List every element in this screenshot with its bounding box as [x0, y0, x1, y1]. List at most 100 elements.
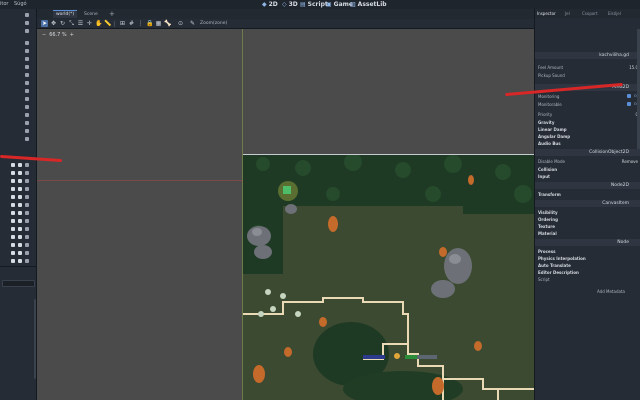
add-metadata-button[interactable]: Add Metadata: [535, 288, 640, 295]
menu-help[interactable]: Súgó: [14, 1, 27, 7]
section-editor-description[interactable]: Editor Description: [535, 269, 640, 276]
visibility-eye-icon[interactable]: [25, 97, 29, 101]
visibility-eye-icon[interactable]: [25, 171, 29, 175]
prop-monitorable[interactable]: MonitorableOn: [535, 101, 640, 108]
prop-pickup-sound[interactable]: Pickup Sound: [535, 72, 640, 79]
more-options-icon[interactable]: ⋮: [137, 20, 144, 27]
scene-tree-row[interactable]: [0, 162, 37, 169]
section-texture[interactable]: Texture: [535, 223, 640, 230]
section-auto-translate[interactable]: Auto Translate: [535, 262, 640, 269]
visibility-eye-icon[interactable]: [25, 21, 29, 25]
filesystem-scrollbar[interactable]: [34, 299, 36, 379]
ruler-tool-icon[interactable]: 📏: [104, 20, 111, 27]
scene-tree-row[interactable]: [0, 202, 37, 209]
collision-object-header[interactable]: CollisionObject2D: [535, 149, 640, 156]
section-physics-interpolation[interactable]: Physics Interpolation: [535, 255, 640, 262]
section-gravity[interactable]: Gravity: [535, 119, 640, 126]
visibility-eye-icon[interactable]: [25, 219, 29, 223]
workspace-2d-button[interactable]: ◆ 2D: [262, 0, 278, 9]
tab-world[interactable]: world(*): [53, 10, 78, 18]
canvas-item-header[interactable]: CanvasItem: [535, 200, 640, 207]
zoom-out-button[interactable]: −: [42, 32, 46, 38]
section-visibility[interactable]: Visibility: [535, 209, 640, 216]
tilemap-scene[interactable]: [243, 154, 534, 400]
zoom-reset-button[interactable]: 66.7 %: [49, 32, 66, 38]
canvas-viewport[interactable]: − 66.7 % +: [37, 29, 534, 400]
prop-disable-mode[interactable]: Disable Mode Remove: [535, 158, 640, 165]
scene-tree-row[interactable]: [0, 64, 37, 71]
visibility-eye-icon[interactable]: [25, 49, 29, 53]
lock-icon[interactable]: 🔒: [146, 20, 153, 27]
visibility-eye-icon[interactable]: [25, 29, 29, 33]
zoom-zone-label[interactable]: Zoom(zone): [200, 21, 227, 26]
visibility-eye-icon[interactable]: [25, 65, 29, 69]
scene-tree-row[interactable]: [0, 96, 37, 103]
prop-feel-amount[interactable]: Feel Amount 15.0: [535, 64, 640, 71]
visibility-eye-icon[interactable]: [25, 13, 29, 17]
script-file-header[interactable]: kachviliha.gd: [535, 52, 640, 59]
scene-tree-row[interactable]: [0, 112, 37, 119]
scene-tree-row[interactable]: [0, 250, 37, 257]
scale-tool-icon[interactable]: ⤡: [68, 20, 75, 27]
section-transform[interactable]: Transform: [535, 191, 640, 198]
visibility-eye-icon[interactable]: [25, 163, 29, 167]
visibility-eye-icon[interactable]: [25, 121, 29, 125]
visibility-eye-icon[interactable]: [25, 179, 29, 183]
workspace-script-button[interactable]: ▤ Script: [300, 0, 328, 9]
scene-tree-row[interactable]: [0, 226, 37, 233]
workspace-3d-button[interactable]: ◇ 3D: [282, 0, 298, 9]
scene-tree-row[interactable]: [0, 194, 37, 201]
visibility-eye-icon[interactable]: [25, 137, 29, 141]
visibility-eye-icon[interactable]: [25, 73, 29, 77]
scene-tree-row[interactable]: [0, 28, 37, 35]
grid-snap-icon[interactable]: #: [128, 20, 135, 27]
tab-inspector[interactable]: Inspector: [537, 11, 556, 16]
visibility-eye-icon[interactable]: [25, 129, 29, 133]
smart-snap-icon[interactable]: ⊞: [119, 20, 126, 27]
visibility-eye-icon[interactable]: [25, 251, 29, 255]
prop-monitoring-checkbox[interactable]: [627, 94, 631, 98]
workspace-game-button[interactable]: ▣ Game: [326, 0, 353, 9]
scene-tree-row[interactable]: [0, 12, 37, 19]
scene-tree-row[interactable]: [0, 186, 37, 193]
scene-tree-row[interactable]: [0, 136, 37, 143]
visibility-eye-icon[interactable]: [25, 105, 29, 109]
scene-tree-row[interactable]: [0, 234, 37, 241]
skeleton-icon[interactable]: 🦴: [164, 20, 171, 27]
scene-tree-row[interactable]: [0, 128, 37, 135]
section-input[interactable]: Input: [535, 173, 640, 180]
scene-tree-row[interactable]: [0, 72, 37, 79]
visibility-eye-icon[interactable]: [25, 113, 29, 117]
scene-tree-row[interactable]: [0, 56, 37, 63]
select-tool-icon[interactable]: ➤: [41, 20, 48, 27]
section-angular-damp[interactable]: Angular Damp: [535, 133, 640, 140]
section-audio-bus[interactable]: Audio Bus: [535, 140, 640, 147]
scene-tree-row[interactable]: [0, 48, 37, 55]
view-icon[interactable]: ⊙: [177, 20, 184, 27]
visibility-eye-icon[interactable]: [25, 195, 29, 199]
visibility-eye-icon[interactable]: [25, 41, 29, 45]
visibility-eye-icon[interactable]: [25, 57, 29, 61]
move-tool-icon[interactable]: ✥: [50, 20, 57, 27]
tab-scene[interactable]: Scene: [81, 10, 101, 18]
visibility-eye-icon[interactable]: [25, 89, 29, 93]
pivot-tool-icon[interactable]: ✛: [86, 20, 93, 27]
visibility-eye-icon[interactable]: [25, 81, 29, 85]
group-icon[interactable]: ▦: [155, 20, 162, 27]
scene-tree-row[interactable]: [0, 80, 37, 87]
node2d-header[interactable]: Node2D: [535, 182, 640, 189]
scene-tree-row[interactable]: [0, 218, 37, 225]
scene-tree-row[interactable]: [0, 104, 37, 111]
scene-tree-row[interactable]: [0, 170, 37, 177]
tab-groups[interactable]: Csoport: [582, 11, 598, 16]
add-tab-button[interactable]: +: [109, 10, 115, 18]
section-collision[interactable]: Collision: [535, 166, 640, 173]
list-select-icon[interactable]: ☰: [77, 20, 84, 27]
scene-tree-row[interactable]: [0, 88, 37, 95]
scene-tree-row[interactable]: [0, 20, 37, 27]
scene-tree-row[interactable]: [0, 210, 37, 217]
prop-priority[interactable]: Priority0: [535, 111, 640, 118]
tab-signals[interactable]: Jel: [565, 11, 570, 16]
scene-tree-row[interactable]: [0, 120, 37, 127]
scene-tree-row[interactable]: [0, 242, 37, 249]
